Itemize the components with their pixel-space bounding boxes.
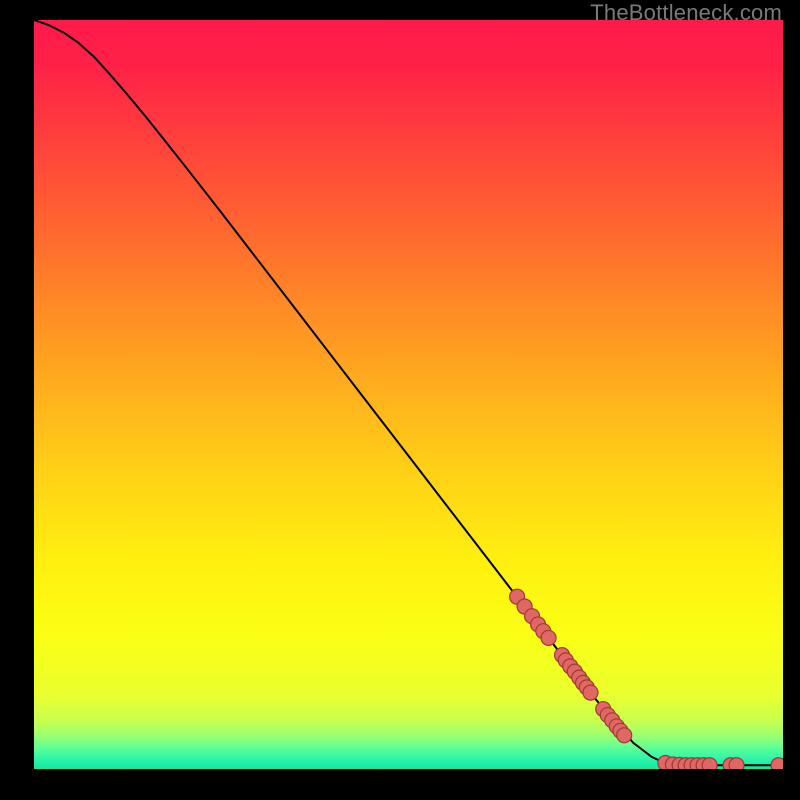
- data-marker: [617, 728, 632, 743]
- chart-frame: [34, 20, 783, 769]
- data-marker: [729, 758, 744, 769]
- bottleneck-chart: [34, 20, 783, 769]
- gradient-background: [34, 20, 783, 769]
- data-marker: [583, 685, 598, 700]
- data-marker: [541, 630, 556, 645]
- data-marker: [702, 758, 717, 769]
